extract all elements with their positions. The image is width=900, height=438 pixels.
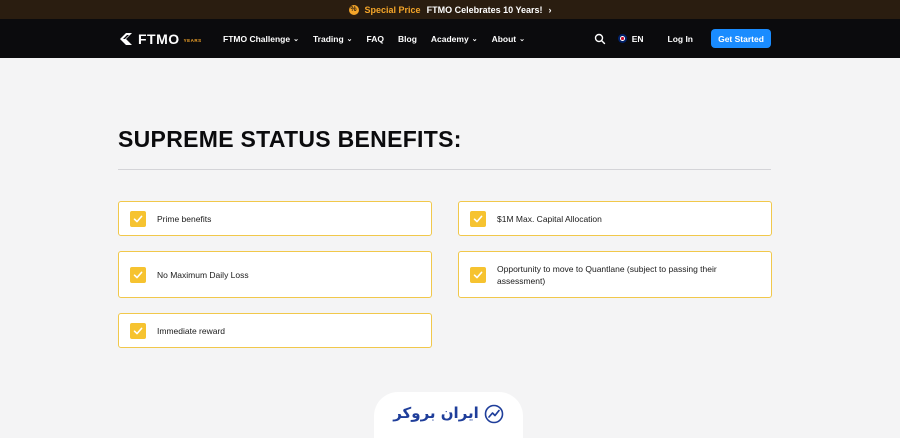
main-nav: FTMO Challenge ⌄ Trading ⌄ FAQ Blog Acad… [223, 19, 525, 58]
benefit-text: Immediate reward [157, 325, 226, 336]
benefit-text: Opportunity to move to Quantlane (subjec… [497, 263, 717, 286]
nav-item-blog[interactable]: Blog [398, 34, 417, 44]
logo-text: FTMO [138, 31, 180, 47]
checkbox-checked-icon [130, 266, 146, 283]
benefit-card: $1M Max. Capital Allocation [458, 201, 772, 236]
ftmo-logo[interactable]: FTMO YEARS [118, 31, 202, 47]
checkbox-checked-icon [130, 210, 146, 227]
uk-flag-icon [617, 34, 627, 43]
top-navbar: FTMO YEARS FTMO Challenge ⌄ Trading ⌄ FA… [0, 19, 900, 58]
get-started-button[interactable]: Get Started [711, 29, 771, 48]
checkbox-checked-icon [470, 266, 486, 283]
iranbroker-watermark: ایران بروکر [374, 392, 523, 438]
nav-item-academy[interactable]: Academy ⌄ [431, 34, 478, 44]
chevron-down-icon: ⌄ [471, 35, 478, 43]
nav-item-about[interactable]: About ⌄ [492, 34, 525, 44]
chevron-down-icon: ⌄ [293, 35, 299, 43]
nav-item-label: FAQ [366, 33, 384, 44]
benefit-card: Prime benefits [118, 201, 432, 236]
benefit-card: Opportunity to move to Quantlane (subjec… [458, 251, 772, 298]
nav-item-label: Trading [312, 33, 344, 44]
benefit-text: Prime benefits [157, 213, 212, 224]
benefit-card: Immediate reward [118, 313, 432, 348]
login-link[interactable]: Log In [668, 34, 694, 44]
search-icon[interactable] [594, 33, 606, 45]
trend-chart-icon [484, 404, 504, 424]
language-selector[interactable]: EN [617, 33, 644, 44]
checkbox-checked-icon [130, 322, 146, 339]
page-title: SUPREME STATUS BENEFITS: [118, 126, 462, 152]
nav-item-label: About [491, 33, 517, 44]
benefit-text: No Maximum Daily Loss [157, 269, 249, 280]
promo-special-label: Special Price [364, 4, 421, 15]
promo-text: FTMO Celebrates 10 Years! [426, 4, 543, 15]
benefit-text: $1M Max. Capital Allocation [497, 213, 602, 224]
percent-badge-icon: % [348, 4, 359, 15]
nav-item-ftmo-challenge[interactable]: FTMO Challenge ⌄ [223, 34, 299, 44]
ftmo-logo-mark-icon [120, 33, 132, 45]
chevron-down-icon: ⌄ [519, 35, 525, 43]
nav-actions: EN Log In Get Started [594, 19, 771, 58]
checkbox-checked-icon [470, 210, 486, 227]
nav-item-label: Academy [430, 33, 469, 44]
chevron-right-icon: › [548, 4, 552, 15]
title-divider [118, 169, 771, 170]
logo-years: YEARS [183, 38, 202, 43]
nav-item-trading[interactable]: Trading ⌄ [313, 34, 353, 44]
nav-item-label: Blog [398, 33, 417, 44]
watermark-text: ایران بروکر [393, 404, 479, 422]
language-label: EN [631, 33, 644, 44]
benefit-card: No Maximum Daily Loss [118, 251, 432, 298]
nav-item-faq[interactable]: FAQ [367, 34, 384, 44]
chevron-down-icon: ⌄ [346, 35, 353, 43]
nav-item-label: FTMO Challenge [223, 33, 291, 44]
promo-banner[interactable]: % Special Price FTMO Celebrates 10 Years… [0, 0, 900, 19]
